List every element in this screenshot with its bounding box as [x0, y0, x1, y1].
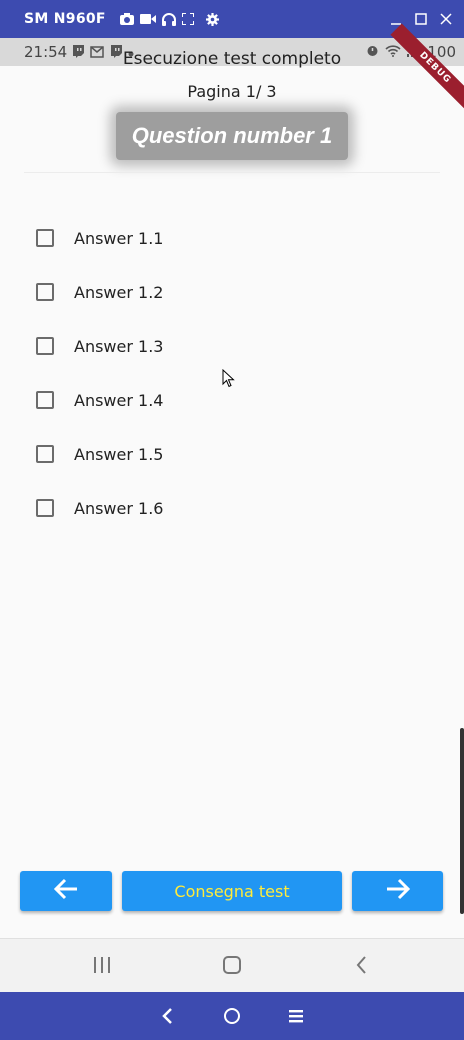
back-icon[interactable] [354, 956, 370, 979]
answer-option[interactable]: Answer 1.3 [36, 319, 163, 373]
settings-icon[interactable] [205, 12, 219, 26]
menu-icon[interactable] [287, 1007, 305, 1030]
checkbox[interactable] [36, 499, 54, 517]
video-icon[interactable] [139, 13, 156, 25]
answer-label: Answer 1.5 [74, 444, 164, 464]
fullscreen-icon[interactable] [181, 13, 194, 25]
answer-label: Answer 1.6 [74, 498, 164, 518]
home-icon[interactable] [222, 956, 242, 979]
next-button[interactable] [352, 871, 443, 911]
window-title: SM N960F [24, 11, 106, 27]
answer-option[interactable]: Answer 1.1 [36, 211, 163, 265]
scrollbar[interactable] [460, 728, 464, 914]
camera-icon[interactable] [119, 13, 134, 25]
submit-test-button[interactable]: Consegna test [122, 871, 342, 911]
divider [24, 172, 440, 173]
checkbox[interactable] [36, 445, 54, 463]
headphones-icon[interactable] [161, 12, 176, 26]
answer-label: Answer 1.1 [74, 228, 164, 248]
back-icon[interactable] [161, 1007, 175, 1030]
mouse-cursor-icon [222, 368, 235, 393]
answer-label: Answer 1.2 [74, 282, 164, 302]
answer-option[interactable]: Answer 1.6 [36, 481, 163, 535]
answer-label: Answer 1.3 [74, 336, 164, 356]
answer-list: Answer 1.1 Answer 1.2 Answer 1.3 Answer … [36, 211, 163, 535]
recents-icon[interactable] [92, 956, 112, 979]
window-toolbar [119, 12, 219, 26]
checkbox[interactable] [36, 283, 54, 301]
arrow-right-icon [385, 878, 411, 905]
previous-button[interactable] [20, 871, 112, 911]
home-icon[interactable] [223, 1007, 241, 1030]
answer-option[interactable]: Answer 1.2 [36, 265, 163, 319]
close-icon[interactable] [440, 13, 452, 25]
android-nav-bar [0, 938, 464, 993]
checkbox[interactable] [36, 391, 54, 409]
answer-label: Answer 1.4 [74, 390, 164, 410]
window-nav-bar [0, 992, 464, 1040]
app-title: Esecuzione test completo [122, 49, 342, 69]
maximize-icon[interactable] [415, 13, 427, 25]
arrow-left-icon [53, 878, 79, 905]
page-indicator: Pagina 1/ 3 [187, 82, 277, 101]
answer-option[interactable]: Answer 1.5 [36, 427, 163, 481]
answer-option[interactable]: Answer 1.4 [36, 373, 163, 427]
checkbox[interactable] [36, 229, 54, 247]
checkbox[interactable] [36, 337, 54, 355]
question-title: Question number 1 [116, 112, 348, 160]
